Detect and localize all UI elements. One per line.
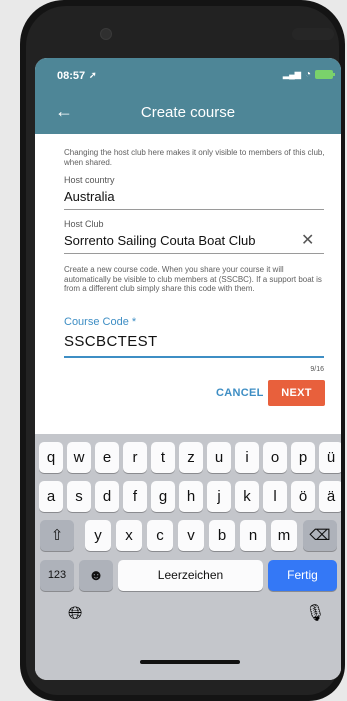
key-row2-7[interactable]: k [235,481,259,512]
course-code-underline [64,356,324,358]
key-row3-2[interactable]: c [147,520,173,551]
key-row1-1[interactable]: w [67,442,91,473]
key-row2-10[interactable]: ä [319,481,341,512]
key-row3-0[interactable]: y [85,520,111,551]
course-code-hint: Create a new course code. When you share… [64,265,322,293]
done-key[interactable]: Fertig [268,560,337,591]
host-club-hint: Changing the host club here makes it onl… [64,148,325,167]
create-course-form: Changing the host club here makes it onl… [35,134,341,434]
speaker-grille [292,28,334,40]
key-row2-6[interactable]: j [207,481,231,512]
key-row2-5[interactable]: h [179,481,203,512]
key-row3-1[interactable]: x [116,520,142,551]
signal-icon: ▂▄▆ [282,70,301,79]
key-row2-4[interactable]: g [151,481,175,512]
screen: 08:57 ➚ ▂▄▆ ◔ ← Create course Changing t… [35,58,341,680]
numbers-key[interactable]: 123 [40,560,74,591]
key-row3-5[interactable]: n [240,520,266,551]
globe-icon[interactable]: 🌐︎ [68,603,82,624]
key-row2-3[interactable]: f [123,481,147,512]
key-row1-8[interactable]: o [263,442,287,473]
course-code-label: Course Code * [64,316,137,328]
host-club-underline [64,253,324,254]
host-country-underline [64,209,324,210]
cancel-button[interactable]: CANCEL [216,387,264,399]
host-country-field[interactable]: Australia [64,189,115,204]
key-row2-8[interactable]: l [263,481,287,512]
key-row3-3[interactable]: v [178,520,204,551]
status-bar: 08:57 ➚ ▂▄▆ ◔ [35,58,341,90]
home-indicator [140,660,240,664]
key-row1-10[interactable]: ü [319,442,341,473]
host-country-label: Host country [64,175,115,185]
backspace-key[interactable]: ⌫ [303,520,337,551]
key-row3-4[interactable]: b [209,520,235,551]
space-key[interactable]: Leerzeichen [118,560,263,591]
key-row2-1[interactable]: s [67,481,91,512]
camera-icon [100,28,112,40]
next-button[interactable]: NEXT [268,380,325,406]
character-counter: 9/16 [310,366,324,373]
key-row2-0[interactable]: a [39,481,63,512]
key-row1-9[interactable]: p [291,442,315,473]
key-row1-7[interactable]: i [235,442,259,473]
microphone-icon[interactable]: 🎙︎ [305,603,325,623]
emoji-key[interactable]: ☻ [79,560,113,591]
on-screen-keyboard: qwertzuiopü asdfghjklöä yxcvbnm ⇧ ⌫ 123 … [35,434,341,680]
shift-key[interactable]: ⇧ [40,520,74,551]
key-row1-3[interactable]: r [123,442,147,473]
key-row2-9[interactable]: ö [291,481,315,512]
key-row1-6[interactable]: u [207,442,231,473]
wifi-icon: ◔ [304,69,311,80]
battery-icon [315,70,335,79]
key-row1-4[interactable]: t [151,442,175,473]
course-code-input[interactable]: SSCBCTEST [64,333,158,350]
page-title: Create course [140,104,236,121]
location-arrow-icon: ➚ [89,70,97,80]
key-row1-0[interactable]: q [39,442,63,473]
app-bar: ← Create course [35,90,341,134]
host-club-field[interactable]: Sorrento Sailing Couta Boat Club [64,233,256,248]
key-row2-2[interactable]: d [95,481,119,512]
key-row3-6[interactable]: m [271,520,297,551]
key-row1-2[interactable]: e [95,442,119,473]
host-club-label: Host Club [64,219,104,229]
key-row1-5[interactable]: z [179,442,203,473]
clear-host-club-icon[interactable]: ✕ [301,230,314,250]
status-time: 08:57 [57,70,86,82]
